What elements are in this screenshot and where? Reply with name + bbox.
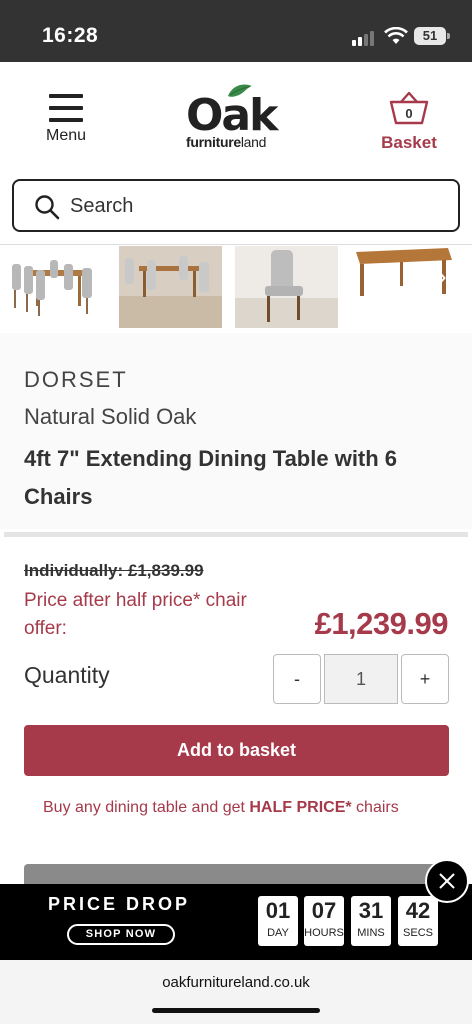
- countdown-mins: 31 MINS: [351, 896, 391, 946]
- basket-label: Basket: [381, 133, 437, 152]
- search-box[interactable]: [12, 179, 460, 232]
- browser-url-bar[interactable]: oakfurnitureland.co.uk: [0, 960, 472, 1024]
- old-price: Individually: £1,839.99: [24, 561, 204, 580]
- gallery-thumb-3[interactable]: [235, 246, 338, 328]
- price-drop-banner: PRICE DROP SHOP NOW 01 DAY 07 HOURS 31 MINS…: [0, 884, 472, 960]
- banner-title: PRICE DROP: [48, 894, 191, 914]
- pricing-panel: Individually: £1,839.99 Price after half…: [0, 540, 472, 894]
- gallery-thumb-2[interactable]: [119, 246, 222, 328]
- search-icon: [35, 195, 60, 220]
- gallery-thumb-1[interactable]: [2, 246, 105, 328]
- offer-label: Price after half price* chair offer:: [24, 590, 247, 639]
- current-price: £1,239.99: [314, 606, 449, 641]
- quantity-label: Quantity: [24, 662, 110, 688]
- status-time: 16:28: [42, 24, 99, 47]
- battery-icon: 51: [414, 27, 446, 45]
- quantity-decrease-button[interactable]: -: [273, 654, 321, 704]
- product-title: 4ft 7" Extending Dining Table with 6 Cha…: [24, 446, 398, 509]
- shop-now-button[interactable]: SHOP NOW: [67, 924, 175, 945]
- countdown-secs: 42 SECS: [398, 896, 438, 946]
- hamburger-icon: [49, 94, 83, 122]
- battery-tip: [447, 33, 450, 39]
- menu-button[interactable]: Menu: [38, 94, 94, 145]
- countdown-days: 01 DAY: [258, 896, 298, 946]
- product-brand: DORSET: [24, 367, 128, 392]
- promo-text: Buy any dining table and get HALF PRICE*…: [43, 799, 399, 816]
- close-icon: [439, 873, 455, 889]
- signal-icon: [352, 30, 378, 46]
- quantity-increase-button[interactable]: +: [401, 654, 449, 704]
- countdown-hours: 07 HOURS: [304, 896, 344, 946]
- image-gallery[interactable]: ›: [0, 244, 472, 332]
- logo[interactable]: Oak furnitureland: [182, 80, 292, 160]
- basket-count: 0: [405, 106, 412, 121]
- menu-label: Menu: [45, 127, 87, 144]
- chevron-right-icon[interactable]: ›: [438, 261, 458, 291]
- basket-button[interactable]: 0 Basket: [376, 90, 442, 153]
- quantity-input[interactable]: 1: [324, 654, 398, 704]
- product-header: DORSET Natural Solid Oak 4ft 7" Extendin…: [0, 333, 472, 529]
- basket-icon: 0: [389, 91, 429, 125]
- add-to-basket-button[interactable]: Add to basket: [24, 725, 449, 776]
- logo-subtext: furnitureland: [186, 134, 267, 150]
- site-header: Menu Oak furnitureland 0 Basket: [0, 62, 472, 174]
- url-text: oakfurnitureland.co.uk: [162, 974, 310, 991]
- close-banner-button[interactable]: [425, 859, 469, 903]
- status-bar: 16:28 51: [0, 0, 472, 62]
- home-indicator[interactable]: [152, 1008, 320, 1013]
- product-material: Natural Solid Oak: [24, 404, 197, 429]
- section-divider: [4, 532, 468, 537]
- search-input[interactable]: [70, 191, 440, 221]
- wifi-icon: [384, 27, 408, 44]
